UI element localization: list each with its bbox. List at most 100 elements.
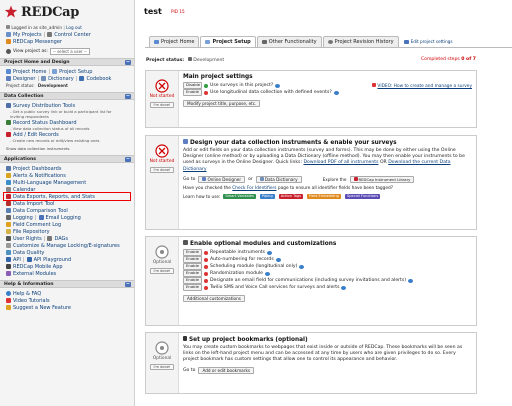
im-done-button[interactable]: I'm done! (150, 167, 174, 173)
help-icon[interactable] (333, 90, 339, 95)
modify-project-button[interactable]: Modify project title, purpose, etc. (183, 100, 261, 107)
survey-tools-link[interactable]: Survey Distribution Tools (13, 103, 75, 109)
app-data-import[interactable]: Data Import Tool (0, 200, 134, 207)
link-label: Edit project settings (410, 38, 453, 44)
collapse-icon[interactable]: − (125, 282, 131, 287)
help-icon[interactable] (299, 264, 305, 269)
field-embedding-badge[interactable]: Field Embedding (307, 194, 341, 200)
design-row: Designer | Dictionary | Codebook (0, 75, 134, 82)
app-label: Project Dashboards (13, 165, 62, 172)
section-header-collection[interactable]: Data Collection − (0, 92, 134, 100)
app-multi-language[interactable]: Multi-Language Management (0, 179, 134, 186)
tab-revision-history[interactable]: Project Revision History (322, 36, 399, 47)
edit-settings-link[interactable]: Edit project settings (400, 36, 457, 47)
disable-surveys-button[interactable]: Disable (183, 82, 202, 89)
section-header-applications[interactable]: Applications − (0, 155, 134, 163)
enable-longitudinal-button[interactable]: Enable (183, 89, 202, 96)
add-edit-bookmarks-button[interactable]: Add or edit bookmarks (198, 366, 255, 374)
help-icon[interactable] (265, 271, 270, 276)
module-label: Designate an email field for communicati… (210, 278, 407, 283)
my-projects-link[interactable]: My Projects (13, 32, 42, 38)
add-edit-link[interactable]: Add / Edit Records (13, 132, 59, 138)
enable-button[interactable]: Enable (183, 270, 202, 277)
show-instruments-link[interactable]: Show data collection instruments (0, 145, 134, 152)
history-icon (327, 40, 333, 44)
video-link[interactable]: VIDEO: How to create and manage a survey (372, 82, 472, 89)
im-done-button[interactable]: I'm done! (150, 268, 174, 274)
tab-project-setup[interactable]: Project Setup (200, 36, 256, 47)
help-icon[interactable] (408, 278, 414, 283)
app-mobile[interactable]: REDCap Mobile App (0, 263, 134, 270)
control-center-link[interactable]: Control Center (54, 32, 91, 38)
sidebar: REDCap Logged in as site_admin | Log out… (0, 0, 135, 406)
designer-link[interactable]: Designer (13, 76, 35, 82)
groups-icon (47, 236, 53, 241)
api-link[interactable]: API (13, 257, 21, 263)
video-icon (6, 298, 11, 303)
online-designer-button[interactable]: Online Designer (198, 175, 246, 183)
collapse-icon[interactable]: − (125, 94, 131, 99)
log-out-link[interactable]: Log out (66, 25, 82, 30)
app-field-comment-log[interactable]: Field Comment Log (0, 221, 134, 228)
project-setup-link[interactable]: Project Setup (59, 69, 92, 75)
redcap-logo[interactable]: REDCap (0, 0, 134, 24)
dictionary-link[interactable]: Dictionary (48, 76, 74, 82)
im-done-button[interactable]: I'm done! (150, 364, 174, 370)
enable-button[interactable]: Enable (183, 284, 202, 291)
collapse-icon[interactable]: − (125, 157, 131, 162)
page-title: test (144, 7, 162, 16)
go-to-label: Go to (183, 367, 196, 373)
app-project-dashboards[interactable]: Project Dashboards (0, 165, 134, 172)
survey-tools-desc: - Get a public survey link or build a pa… (10, 109, 112, 119)
help-videos[interactable]: Video Tutorials (0, 297, 134, 304)
help-icon[interactable] (275, 83, 281, 88)
enable-button[interactable]: Enable (183, 263, 202, 270)
app-external-modules[interactable]: External Modules (0, 270, 134, 277)
dags-link[interactable]: DAGs (54, 236, 68, 242)
app-data-quality[interactable]: Data Quality (0, 249, 134, 256)
smart-variables-badge[interactable]: Smart Variables (223, 194, 256, 200)
app-locking[interactable]: Customize & Manage Locking/E-signatures (0, 242, 134, 249)
app-alerts[interactable]: Alerts & Notifications (0, 172, 134, 179)
app-calendar[interactable]: Calendar (0, 186, 134, 193)
help-icon[interactable] (341, 285, 347, 290)
help-icon[interactable] (267, 250, 273, 255)
record-dashboard-link[interactable]: Record Status Dashboard (13, 120, 77, 126)
help-faq[interactable]: Help & FAQ (0, 290, 134, 297)
download-pdf-link[interactable]: Download PDF of all instruments (303, 160, 378, 165)
goto-row: Go to Online Designer or Data Dictionary… (183, 175, 472, 183)
codebook-link[interactable]: Codebook (86, 76, 111, 82)
instrument-library-button[interactable]: REDCap Instrument Library (349, 175, 415, 183)
action-tags-badge[interactable]: Action Tags (278, 194, 304, 200)
help-icon[interactable] (275, 257, 281, 262)
api-playground-link[interactable]: API Playground (34, 257, 72, 263)
enable-button[interactable]: Enable (183, 249, 202, 256)
check-identifiers-link[interactable]: Check For Identifiers (232, 186, 276, 191)
project-home-link[interactable]: Project Home (13, 69, 46, 75)
import-icon (6, 201, 11, 206)
additional-customizations-button[interactable]: Additional customizations (183, 295, 245, 302)
section-title: Main project settings (183, 74, 253, 80)
section-header-home[interactable]: Project Home and Design − (0, 58, 134, 66)
module-row: Enable Auto-numbering for records (183, 256, 472, 263)
module-label: Twilio SMS and Voice Call services for s… (210, 285, 340, 290)
messenger-link[interactable]: REDCap Messenger (13, 39, 62, 45)
logging-link[interactable]: Logging (13, 215, 33, 221)
view-as-select[interactable]: -- select a user -- (49, 47, 90, 55)
help-suggest[interactable]: Suggest a New Feature (0, 304, 134, 311)
data-dictionary-button[interactable]: Data Dictionary (255, 175, 302, 183)
section-header-help[interactable]: Help & Information − (0, 280, 134, 288)
special-functions-badge[interactable]: Special Functions (344, 194, 381, 200)
app-data-comparison[interactable]: Data Comparison Tool (0, 207, 134, 214)
tab-project-home[interactable]: Project Home (149, 36, 200, 47)
im-done-button[interactable]: I'm done! (150, 102, 174, 108)
tab-other-functionality[interactable]: Other Functionality (256, 36, 322, 47)
piping-badge[interactable]: Piping (259, 194, 275, 200)
enable-button[interactable]: Enable (183, 277, 202, 284)
app-file-repository[interactable]: File Repository (0, 228, 134, 235)
app-data-exports[interactable]: Data Exports, Reports, and Stats (3, 192, 131, 201)
email-logging-link[interactable]: Email Logging (46, 215, 81, 221)
collapse-icon[interactable]: − (125, 60, 131, 65)
enable-button[interactable]: Enable (183, 256, 202, 263)
user-rights-link[interactable]: User Rights (13, 236, 42, 242)
